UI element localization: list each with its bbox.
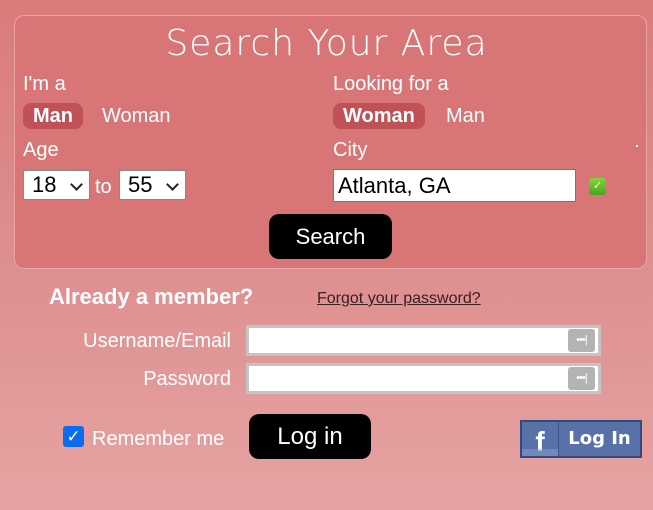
forgot-password-link[interactable]: Forgot your password? [317, 290, 481, 308]
search-button[interactable]: Search [269, 214, 392, 259]
age-to-label: to [95, 176, 112, 198]
facebook-login-button[interactable]: f Log In [520, 420, 642, 458]
im-a-label: I'm a [23, 73, 66, 95]
looking-for-woman-option[interactable]: Woman [333, 103, 425, 129]
looking-for-label: Looking for a [333, 73, 449, 95]
already-member-heading: Already a member? [49, 284, 254, 309]
age-to-select[interactable]: 55 [119, 170, 186, 200]
password-manager-icon[interactable]: •••| [568, 367, 595, 390]
remember-me-label: Remember me [92, 428, 225, 450]
chevron-down-icon [70, 178, 83, 191]
city-label: City [333, 139, 368, 161]
username-input[interactable]: •••| [246, 325, 601, 356]
facebook-login-label: Log In [568, 428, 631, 449]
age-from-value: 18 [32, 172, 57, 197]
checkmark-icon: ✓ [589, 178, 606, 195]
remember-me-checkbox[interactable]: ✓ [63, 426, 84, 447]
password-manager-icon[interactable]: •••| [568, 329, 595, 352]
city-input[interactable] [333, 169, 576, 202]
password-label: Password [143, 368, 231, 390]
im-a-man-option[interactable]: Man [23, 103, 83, 129]
im-a-woman-option[interactable]: Woman [92, 103, 181, 129]
login-button[interactable]: Log in [249, 414, 371, 459]
age-to-value: 55 [128, 172, 153, 197]
facebook-icon: f [522, 422, 559, 457]
username-label: Username/Email [83, 330, 231, 352]
looking-for-man-option[interactable]: Man [436, 103, 495, 129]
decorative-dot [636, 145, 638, 147]
password-input[interactable]: •••| [246, 363, 601, 394]
age-from-select[interactable]: 18 [23, 170, 90, 200]
remember-me[interactable]: ✓ Remember me [63, 422, 224, 451]
search-title: Search Your Area [165, 23, 488, 64]
age-label: Age [23, 139, 59, 161]
chevron-down-icon [166, 178, 179, 191]
